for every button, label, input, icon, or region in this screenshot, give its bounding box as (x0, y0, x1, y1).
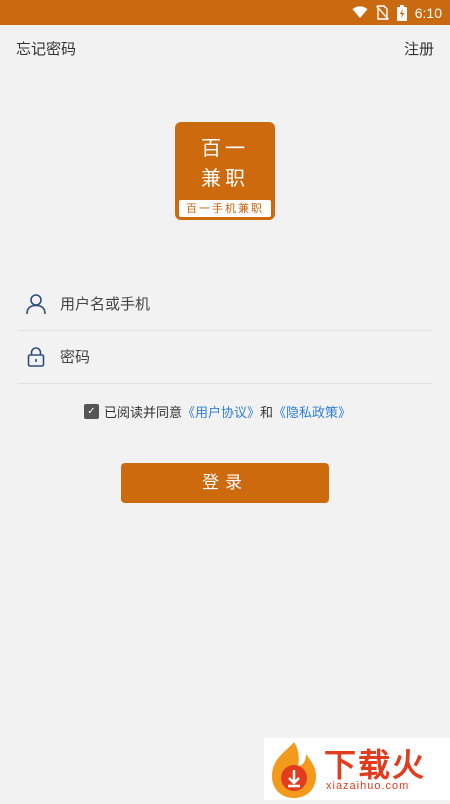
logo-line-1: 百一 (201, 136, 249, 160)
watermark: 下载火 xiazaihuo.com (264, 738, 450, 800)
user-agreement-link[interactable]: 《用户协议》 (182, 402, 260, 421)
lock-icon (18, 347, 54, 367)
password-input[interactable] (58, 347, 402, 367)
status-bar: 6:10 (0, 0, 450, 25)
wifi-icon (352, 6, 368, 19)
register-link[interactable]: 注册 (404, 38, 434, 59)
battery-charging-icon (396, 4, 407, 21)
privacy-policy-link[interactable]: 《隐私政策》 (273, 402, 351, 421)
logo-tagline: 百一手机兼职 (179, 200, 271, 217)
status-time: 6:10 (414, 4, 442, 21)
flame-logo-icon (264, 738, 324, 804)
forgot-password-link[interactable]: 忘记密码 (16, 38, 76, 59)
password-row (18, 331, 432, 384)
username-row (18, 278, 432, 331)
logo-line-2: 兼职 (201, 166, 249, 190)
agreement-checkbox[interactable]: ✓ (84, 404, 99, 419)
username-input[interactable] (58, 294, 402, 314)
login-button[interactable]: 登录 (121, 463, 329, 503)
agreement-conjunction: 和 (260, 406, 274, 421)
app-logo: 百一 兼职 百一手机兼职 (175, 122, 275, 220)
agreement-row: ✓ 已阅读并同意 《用户协议》 和 《隐私政策》 (84, 402, 351, 421)
user-icon (18, 293, 54, 315)
no-sim-icon (375, 5, 389, 20)
agreement-prefix: 已阅读并同意 (104, 406, 183, 421)
watermark-url: xiazaihuo.com (326, 780, 410, 792)
